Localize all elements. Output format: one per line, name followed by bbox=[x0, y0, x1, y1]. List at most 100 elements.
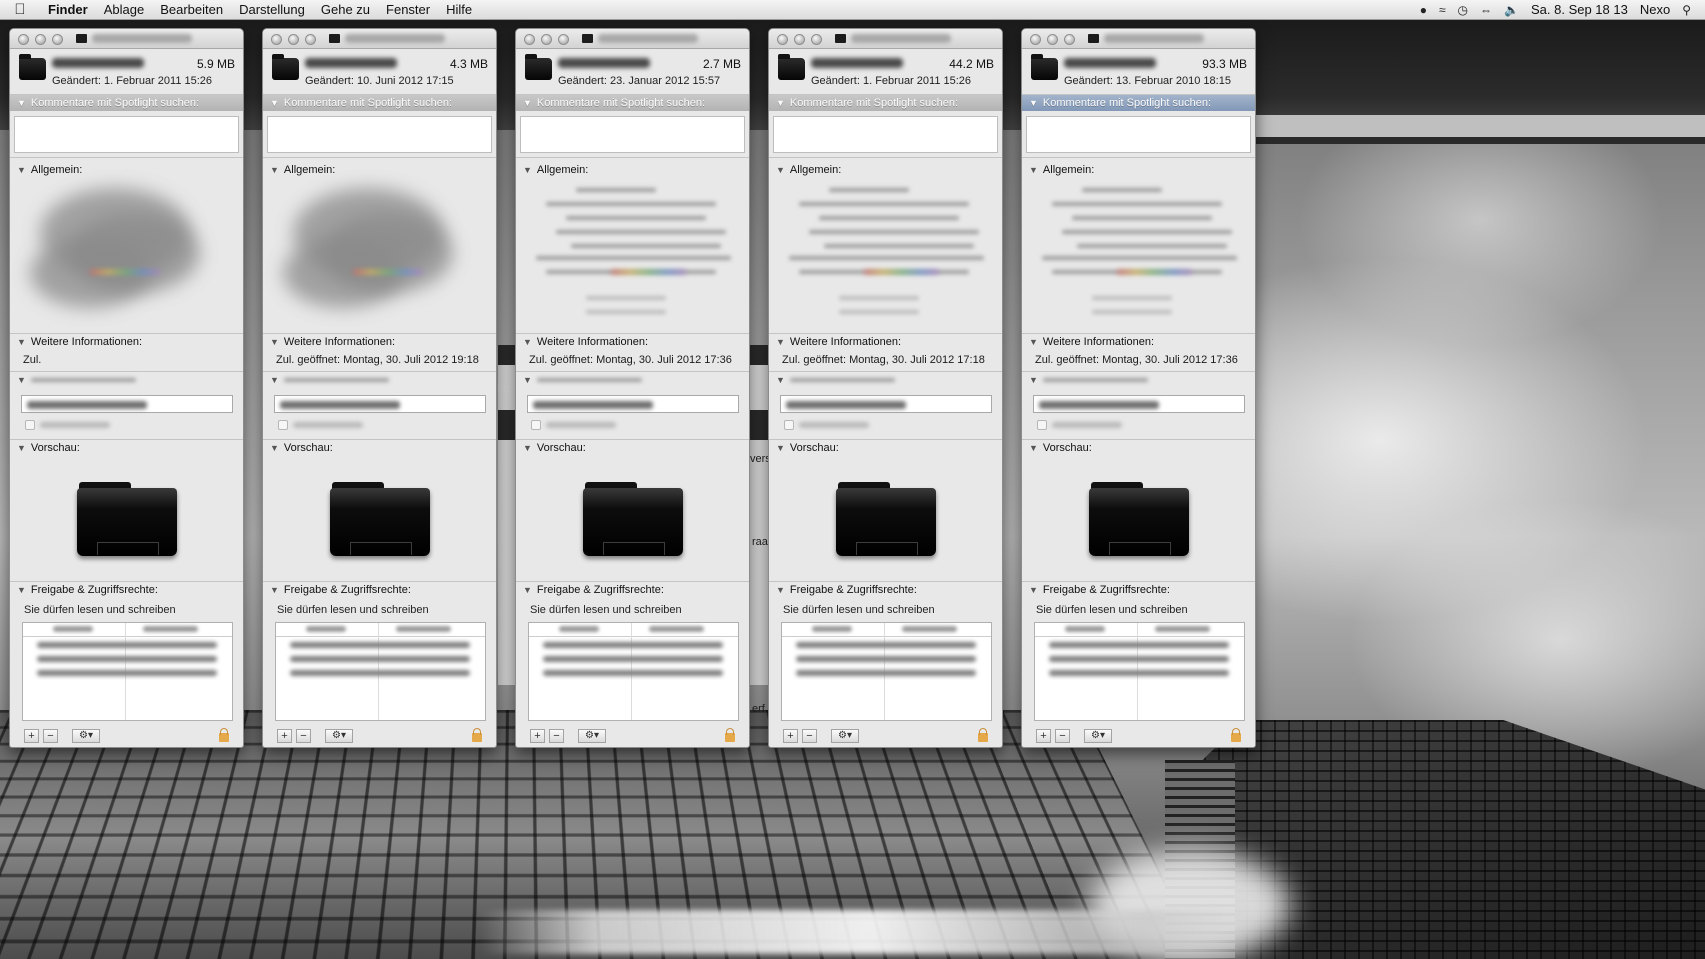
wifi-icon[interactable]: ≈ bbox=[1439, 3, 1446, 17]
window-titlebar[interactable] bbox=[769, 29, 1002, 49]
sharing-header[interactable]: ▼ Freigabe & Zugriffsrechte: bbox=[263, 582, 496, 598]
add-user-button[interactable]: + bbox=[1036, 729, 1051, 743]
table-row[interactable] bbox=[1049, 642, 1229, 648]
disclosure-triangle-icon[interactable]: ▼ bbox=[270, 375, 279, 385]
info-window-4[interactable]: 44.2 MB Geändert: 1. Februar 2011 15:26 … bbox=[768, 28, 1003, 748]
spotlight-comments-header[interactable]: ▼ Kommentare mit Spotlight suchen: bbox=[516, 95, 749, 111]
window-titlebar[interactable] bbox=[516, 29, 749, 49]
disclosure-triangle-icon[interactable]: ▼ bbox=[776, 337, 785, 347]
disclosure-triangle-icon[interactable]: ▼ bbox=[776, 98, 785, 108]
permissions-table[interactable] bbox=[1034, 622, 1245, 721]
hide-extension-checkbox[interactable] bbox=[1037, 420, 1047, 430]
info-window-2[interactable]: 4.3 MB Geändert: 10. Juni 2012 17:15 ▼ K… bbox=[262, 28, 497, 748]
gear-menu-button[interactable]: ⚙▾ bbox=[831, 729, 859, 743]
info-window-5[interactable]: 93.3 MB Geändert: 13. Februar 2010 18:15… bbox=[1021, 28, 1256, 748]
disclosure-triangle-icon[interactable]: ▼ bbox=[270, 585, 279, 595]
table-row[interactable] bbox=[290, 670, 470, 676]
remove-user-button[interactable]: − bbox=[296, 729, 311, 743]
more-info-header[interactable]: ▼ Weitere Informationen: bbox=[10, 334, 243, 350]
disclosure-triangle-icon[interactable]: ▼ bbox=[17, 165, 26, 175]
permissions-table[interactable] bbox=[781, 622, 992, 721]
spotlight-comments-field[interactable] bbox=[1026, 116, 1251, 153]
preview-header[interactable]: ▼ Vorschau: bbox=[263, 440, 496, 456]
sync-icon[interactable]: ⇔ bbox=[1480, 3, 1492, 17]
permissions-table[interactable] bbox=[275, 622, 486, 721]
general-section-header[interactable]: ▼ Allgemein: bbox=[1022, 162, 1255, 178]
spotlight-comments-header[interactable]: ▼ Kommentare mit Spotlight suchen: bbox=[263, 95, 496, 111]
spotlight-comments-header[interactable]: ▼ Kommentare mit Spotlight suchen: bbox=[10, 95, 243, 111]
name-field[interactable] bbox=[527, 395, 739, 413]
zoom-button[interactable] bbox=[305, 34, 316, 45]
table-row[interactable] bbox=[37, 642, 217, 648]
more-info-header[interactable]: ▼ Weitere Informationen: bbox=[1022, 334, 1255, 350]
add-user-button[interactable]: + bbox=[24, 729, 39, 743]
lock-icon[interactable] bbox=[472, 733, 482, 742]
general-section-header[interactable]: ▼ Allgemein: bbox=[769, 162, 1002, 178]
disclosure-triangle-icon[interactable]: ▼ bbox=[17, 337, 26, 347]
disclosure-triangle-icon[interactable]: ▼ bbox=[1029, 443, 1038, 453]
name-field[interactable] bbox=[274, 395, 486, 413]
hide-extension-checkbox[interactable] bbox=[784, 420, 794, 430]
hide-extension-checkbox[interactable] bbox=[278, 420, 288, 430]
menu-app-finder[interactable]: Finder bbox=[40, 2, 96, 17]
notification-icon[interactable]: ● bbox=[1420, 3, 1427, 17]
info-window-1[interactable]: 5.9 MB Geändert: 1. Februar 2011 15:26 ▼… bbox=[9, 28, 244, 748]
add-user-button[interactable]: + bbox=[277, 729, 292, 743]
name-extension-header[interactable]: ▼ bbox=[516, 372, 749, 388]
disclosure-triangle-icon[interactable]: ▼ bbox=[523, 375, 532, 385]
general-section-header[interactable]: ▼ Allgemein: bbox=[10, 162, 243, 178]
general-section-header[interactable]: ▼ Allgemein: bbox=[263, 162, 496, 178]
spotlight-comments-field[interactable] bbox=[520, 116, 745, 153]
disclosure-triangle-icon[interactable]: ▼ bbox=[1029, 98, 1038, 108]
volume-icon[interactable]: 🔈 bbox=[1504, 3, 1519, 17]
spotlight-search-icon[interactable]: ⚲ bbox=[1682, 3, 1691, 17]
hide-extension-checkbox[interactable] bbox=[25, 420, 35, 430]
gear-menu-button[interactable]: ⚙▾ bbox=[72, 729, 100, 743]
menu-ablage[interactable]: Ablage bbox=[96, 2, 152, 17]
name-extension-header[interactable]: ▼ bbox=[10, 372, 243, 388]
disclosure-triangle-icon[interactable]: ▼ bbox=[17, 98, 26, 108]
minimize-button[interactable] bbox=[35, 34, 46, 45]
menu-gehe-zu[interactable]: Gehe zu bbox=[313, 2, 378, 17]
preview-header[interactable]: ▼ Vorschau: bbox=[769, 440, 1002, 456]
spotlight-comments-header[interactable]: ▼ Kommentare mit Spotlight suchen: bbox=[1022, 95, 1255, 111]
table-row[interactable] bbox=[543, 642, 723, 648]
zoom-button[interactable] bbox=[52, 34, 63, 45]
table-row[interactable] bbox=[1049, 670, 1229, 676]
window-titlebar[interactable] bbox=[10, 29, 243, 49]
disclosure-triangle-icon[interactable]: ▼ bbox=[523, 443, 532, 453]
disclosure-triangle-icon[interactable]: ▼ bbox=[523, 585, 532, 595]
remove-user-button[interactable]: − bbox=[43, 729, 58, 743]
menu-darstellung[interactable]: Darstellung bbox=[231, 2, 313, 17]
info-window-3[interactable]: 2.7 MB Geändert: 23. Januar 2012 15:57 ▼… bbox=[515, 28, 750, 748]
sharing-header[interactable]: ▼ Freigabe & Zugriffsrechte: bbox=[10, 582, 243, 598]
disclosure-triangle-icon[interactable]: ▼ bbox=[17, 585, 26, 595]
close-button[interactable] bbox=[777, 34, 788, 45]
more-info-header[interactable]: ▼ Weitere Informationen: bbox=[263, 334, 496, 350]
disclosure-triangle-icon[interactable]: ▼ bbox=[776, 165, 785, 175]
close-button[interactable] bbox=[271, 34, 282, 45]
menu-fenster[interactable]: Fenster bbox=[378, 2, 438, 17]
sharing-header[interactable]: ▼ Freigabe & Zugriffsrechte: bbox=[1022, 582, 1255, 598]
table-row[interactable] bbox=[796, 670, 976, 676]
minimize-button[interactable] bbox=[1047, 34, 1058, 45]
minimize-button[interactable] bbox=[288, 34, 299, 45]
minimize-button[interactable] bbox=[541, 34, 552, 45]
table-row[interactable] bbox=[1049, 656, 1229, 662]
menu-bearbeiten[interactable]: Bearbeiten bbox=[152, 2, 231, 17]
window-titlebar[interactable] bbox=[263, 29, 496, 49]
apple-menu-icon[interactable]:  bbox=[0, 1, 40, 18]
lock-icon[interactable] bbox=[1231, 733, 1241, 742]
disclosure-triangle-icon[interactable]: ▼ bbox=[270, 98, 279, 108]
disclosure-triangle-icon[interactable]: ▼ bbox=[1029, 165, 1038, 175]
disclosure-triangle-icon[interactable]: ▼ bbox=[776, 585, 785, 595]
zoom-button[interactable] bbox=[558, 34, 569, 45]
spotlight-comments-field[interactable] bbox=[267, 116, 492, 153]
general-section-header[interactable]: ▼ Allgemein: bbox=[516, 162, 749, 178]
disclosure-triangle-icon[interactable]: ▼ bbox=[270, 165, 279, 175]
disclosure-triangle-icon[interactable]: ▼ bbox=[1029, 337, 1038, 347]
disclosure-triangle-icon[interactable]: ▼ bbox=[270, 443, 279, 453]
time-machine-icon[interactable]: ◷ bbox=[1458, 3, 1468, 17]
more-info-header[interactable]: ▼ Weitere Informationen: bbox=[769, 334, 1002, 350]
lock-icon[interactable] bbox=[725, 733, 735, 742]
